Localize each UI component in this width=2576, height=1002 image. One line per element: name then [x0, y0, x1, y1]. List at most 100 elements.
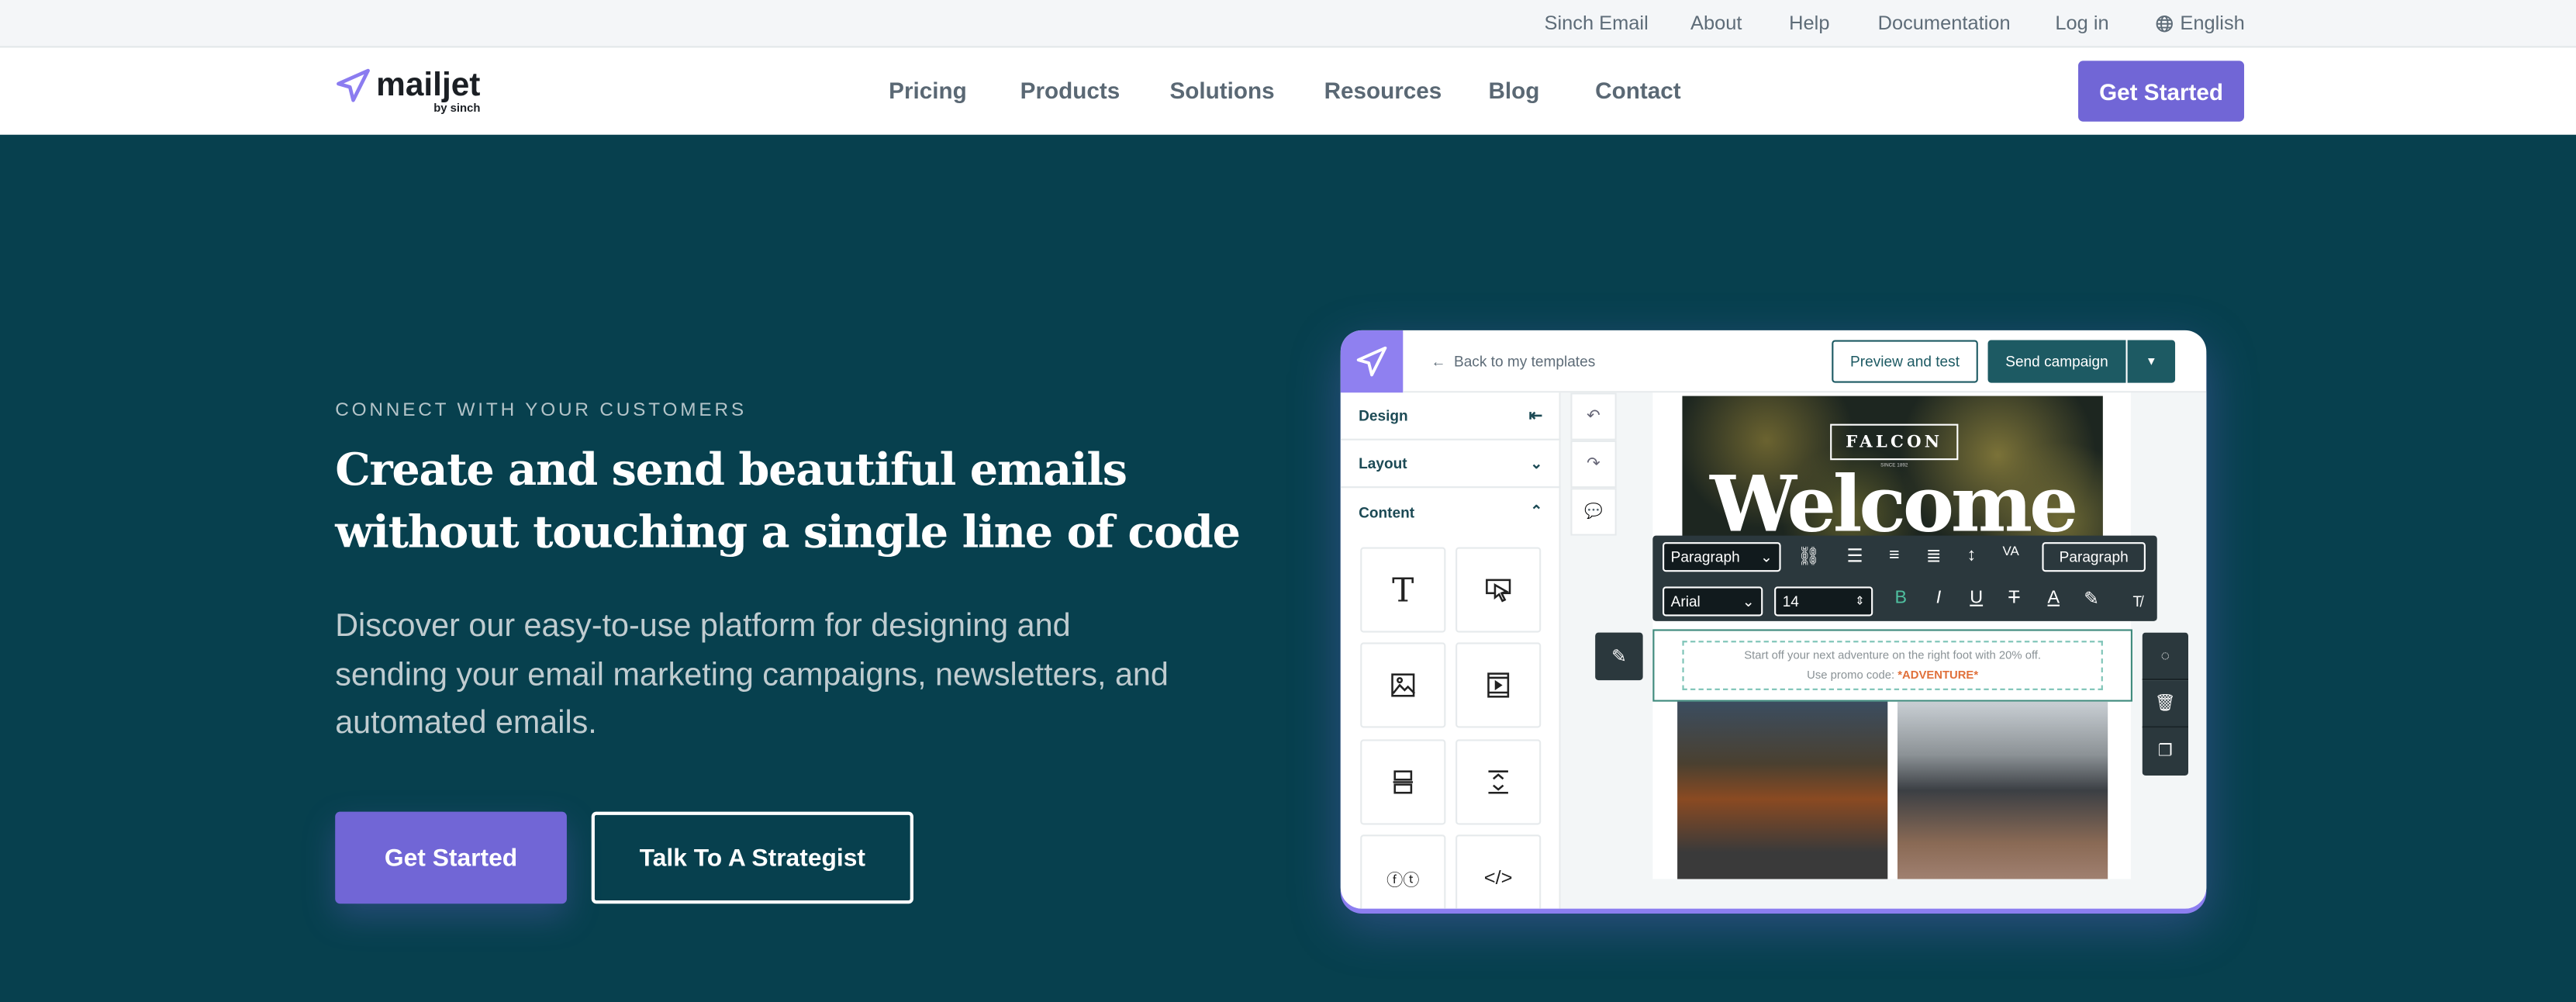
numbered-list-icon[interactable]: ≡: [1881, 545, 1908, 565]
logo-subtext: by sinch: [433, 103, 481, 116]
back-label: Back to my templates: [1453, 353, 1596, 370]
trash-icon: 🗑: [2154, 694, 2176, 713]
chevron-down-icon: ⌄: [1760, 548, 1773, 565]
video-icon: [1487, 672, 1510, 698]
chevron-down-icon: ⌄: [1530, 454, 1543, 471]
nav-get-started-button[interactable]: Get Started: [2078, 60, 2245, 122]
divider-icon: [1393, 770, 1414, 794]
nav-contact[interactable]: Contact: [1595, 78, 1680, 104]
nav-blog[interactable]: Blog: [1488, 78, 1539, 104]
italic-icon[interactable]: I: [1925, 588, 1952, 607]
boots-photo: [1677, 701, 1888, 879]
button-icon: [1486, 579, 1511, 603]
sidebar-design[interactable]: Design ⇤: [1340, 392, 1561, 441]
clear-format-icon[interactable]: T̸: [2124, 593, 2150, 610]
promo-label: Use promo code:: [1807, 670, 1895, 682]
bold-icon[interactable]: B: [1887, 588, 1914, 607]
duplicate-block-button[interactable]: ❐: [2142, 727, 2189, 776]
social-icon: ⓕⓣ: [1386, 871, 1420, 890]
duplicate-icon: ❐: [2157, 742, 2173, 761]
nav-pricing[interactable]: Pricing: [889, 78, 967, 104]
image-icon: [1391, 673, 1416, 697]
welcome-headline: Welcome: [1710, 460, 2078, 544]
video-block-tile[interactable]: [1455, 642, 1542, 728]
link-login[interactable]: Log in: [2055, 12, 2108, 35]
logo-text: mailjet: [376, 67, 481, 104]
globe-icon: [2156, 14, 2173, 32]
undo-icon: ↶: [1587, 407, 1601, 426]
image-block-tile[interactable]: [1360, 642, 1446, 728]
editor-canvas: ↶ ↷ 💬 FALCON SINCE 1892 Welcome Start of…: [1560, 392, 2207, 909]
chevron-up-icon: ⌃: [1530, 503, 1543, 520]
preview-and-test-button[interactable]: Preview and test: [1832, 340, 1978, 383]
undo-button[interactable]: ↶: [1570, 392, 1617, 441]
hero-eyebrow: CONNECT WITH YOUR CUSTOMERS: [335, 400, 747, 421]
font-select[interactable]: Arial ⌄: [1663, 586, 1763, 617]
font-size-stepper[interactable]: 14 ⇕: [1774, 586, 1873, 617]
comment-icon: 💬: [1584, 503, 1603, 520]
font-size-value: 14: [1782, 593, 1799, 610]
hero-title-line-1: Create and send beautiful emails: [335, 445, 1127, 496]
sidebar-content[interactable]: Content ⌃: [1341, 488, 1561, 535]
text-color-icon[interactable]: A: [2040, 588, 2067, 607]
nav-resources[interactable]: Resources: [1324, 78, 1442, 104]
link-sinch-email[interactable]: Sinch Email: [1545, 12, 1649, 35]
utility-bar: Sinch Email About Help Documentation Log…: [0, 0, 2576, 48]
hiker-photo: [1897, 701, 2108, 879]
text-content[interactable]: Start off your next adventure on the rig…: [1682, 641, 2103, 690]
page: Sinch Email About Help Documentation Log…: [0, 0, 2576, 1002]
send-campaign-button[interactable]: Send campaign: [1987, 340, 2126, 383]
underline-icon[interactable]: U: [1963, 588, 1990, 607]
html-icon: </>: [1483, 866, 1513, 890]
text-toolbar: Paragraph ⌄ ⛓ ☰ ≡ ≣ ↕ VA Paragraph Arial ⌄…: [1652, 535, 2157, 621]
html-block-tile[interactable]: </>: [1455, 834, 1542, 909]
divider-block-tile[interactable]: [1360, 739, 1446, 825]
send-options-dropdown[interactable]: ▼: [2127, 340, 2176, 383]
text-icon: T: [1392, 570, 1414, 610]
style-select[interactable]: Paragraph: [2042, 542, 2146, 572]
editor-preview: ← Back to my templates Preview and test …: [1340, 330, 2207, 909]
text-block-selected[interactable]: Start off your next adventure on the rig…: [1652, 629, 2132, 702]
editor-sidebar: Design ⇤ Layout ⌄ Content ⌃ T ⓕⓣ </>: [1340, 392, 1561, 909]
letter-spacing-icon[interactable]: VA: [1998, 544, 2024, 558]
strikethrough-icon[interactable]: T: [2001, 588, 2027, 607]
layout-label: Layout: [1359, 454, 1407, 472]
comments-button[interactable]: 💬: [1570, 488, 1617, 536]
link-help[interactable]: Help: [1789, 12, 1829, 35]
talk-to-strategist-button[interactable]: Talk To A Strategist: [591, 811, 913, 904]
link-documentation[interactable]: Documentation: [1878, 12, 2011, 35]
block-type-value: Paragraph: [1670, 548, 1740, 565]
editor-logo: [1340, 330, 1404, 393]
bullet-list-icon[interactable]: ☰: [1842, 545, 1868, 567]
language-selector[interactable]: English: [2156, 11, 2245, 35]
language-label: English: [2180, 11, 2245, 35]
nav-solutions[interactable]: Solutions: [1169, 78, 1274, 104]
social-block-tile[interactable]: ⓕⓣ: [1360, 834, 1446, 909]
hero-title-line-2: without touching a single line of code: [335, 507, 1241, 559]
hero-get-started-button[interactable]: Get Started: [335, 811, 567, 904]
stepper-icon: ⇕: [1855, 596, 1865, 608]
edit-block-button[interactable]: ✎: [1595, 632, 1643, 681]
block-actions: ◌ 🗑 ❐: [2142, 632, 2189, 776]
comment-block-button[interactable]: ◌: [2142, 632, 2189, 681]
logo[interactable]: mailjet by sinch: [335, 67, 480, 115]
delete-block-button[interactable]: 🗑: [2142, 680, 2189, 728]
collapse-panel-icon[interactable]: ⇤: [1529, 406, 1543, 424]
back-to-templates-link[interactable]: ← Back to my templates: [1431, 354, 1595, 370]
button-block-tile[interactable]: [1455, 547, 1542, 633]
design-label: Design: [1359, 407, 1408, 424]
link-about[interactable]: About: [1690, 12, 1742, 35]
nav-products[interactable]: Products: [1020, 78, 1121, 104]
sidebar-layout[interactable]: Layout ⌄: [1340, 441, 1561, 489]
block-type-select[interactable]: Paragraph ⌄: [1663, 542, 1781, 572]
line-height-icon[interactable]: ↕: [1958, 545, 1984, 565]
text-block-tile[interactable]: T: [1360, 547, 1446, 633]
hero-title: Create and send beautiful emails without…: [335, 441, 1255, 565]
spacer-block-tile[interactable]: [1455, 739, 1542, 825]
highlight-icon[interactable]: ✎: [2078, 588, 2105, 610]
unlink-icon[interactable]: ⛓: [1796, 545, 1822, 567]
content-label: Content: [1359, 503, 1415, 520]
align-icon[interactable]: ≣: [1921, 545, 1947, 567]
redo-button[interactable]: ↷: [1570, 440, 1617, 489]
header-image: FALCON SINCE 1892 Welcome: [1682, 396, 2103, 544]
